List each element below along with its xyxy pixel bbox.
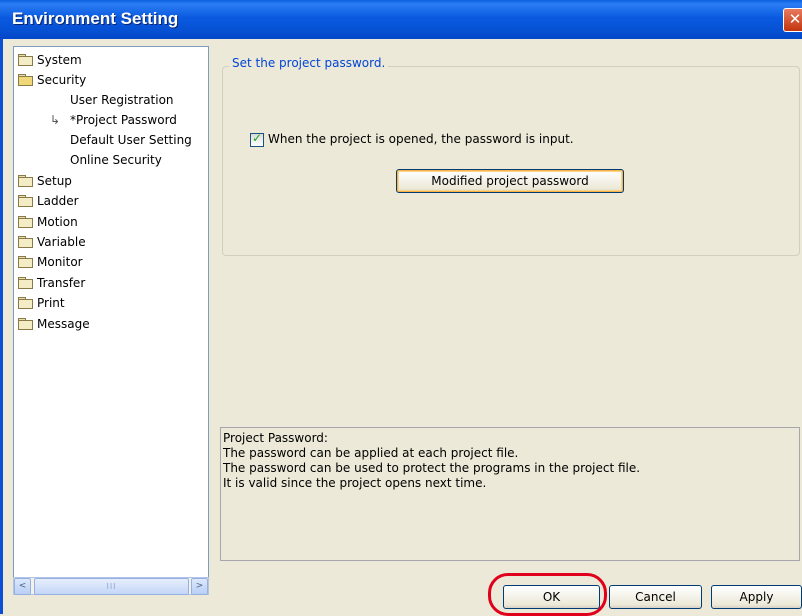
tree-item-label: Security [37, 73, 87, 87]
scroll-thumb[interactable]: III [34, 578, 189, 595]
ok-highlight-ring [488, 573, 607, 616]
tree-item-label: User Registration [70, 93, 174, 107]
description-line: The password can be used to protect the … [223, 461, 641, 475]
password-on-open-checkbox[interactable]: ✓ [250, 131, 264, 147]
tree-item-label: Message [37, 317, 90, 331]
tree-horizontal-scrollbar[interactable]: < III > [13, 577, 209, 595]
tree-item-online-security[interactable]: Online Security [70, 150, 162, 170]
tree-item-label: Setup [37, 174, 72, 188]
settings-tree[interactable]: System Security User Registration ↳ *Pro… [13, 46, 209, 578]
tree-item-label: Online Security [70, 153, 162, 167]
title-bar[interactable]: Environment Setting ✕ [0, 0, 802, 39]
apply-button[interactable]: Apply [711, 585, 802, 609]
folder-icon [18, 216, 33, 228]
window-left-border [0, 39, 3, 614]
cancel-button[interactable]: Cancel [609, 585, 702, 609]
tree-item-label: Default User Setting [70, 133, 192, 147]
tree-item-label: Ladder [37, 194, 79, 208]
modified-project-password-button[interactable]: Modified project password [396, 169, 624, 193]
tree-item-label: System [37, 53, 82, 67]
window-title: Environment Setting [12, 9, 179, 28]
tree-item-label: *Project Password [70, 113, 177, 127]
tree-item-user-registration[interactable]: User Registration [70, 90, 174, 110]
folder-icon [18, 195, 33, 207]
description-line: The password can be applied at each proj… [223, 446, 519, 460]
tree-item-label: Print [37, 296, 65, 310]
folder-icon [18, 277, 33, 289]
description-line: It is valid since the project opens next… [223, 476, 487, 490]
arrow-icon: ↳ [50, 113, 61, 127]
environment-setting-window: Environment Setting ✕ System Security Us… [0, 0, 802, 616]
folder-icon [18, 297, 33, 309]
tree-item-label: Motion [37, 215, 78, 229]
folder-icon [18, 318, 33, 330]
checkbox-label[interactable]: When the project is opened, the password… [268, 132, 574, 146]
scroll-left-icon[interactable]: < [14, 578, 31, 595]
tree-item-label: Monitor [37, 255, 83, 269]
scroll-right-icon[interactable]: > [191, 578, 208, 595]
project-password-group [222, 66, 800, 256]
close-icon[interactable]: ✕ [783, 8, 802, 32]
folder-icon [18, 175, 33, 187]
folder-open-icon [18, 74, 33, 86]
folder-icon [18, 54, 33, 66]
checkmark-icon: ✓ [251, 131, 263, 145]
button-label: Modified project password [431, 174, 589, 188]
tree-item-default-user-setting[interactable]: Default User Setting [70, 130, 192, 150]
tree-item-label: Transfer [37, 276, 86, 290]
folder-icon [18, 236, 33, 248]
group-title: Set the project password. [229, 55, 389, 71]
folder-icon [18, 256, 33, 268]
description-box: Project Password: The password can be ap… [220, 427, 800, 561]
description-line: Project Password: [223, 431, 328, 445]
tree-item-label: Variable [37, 235, 86, 249]
